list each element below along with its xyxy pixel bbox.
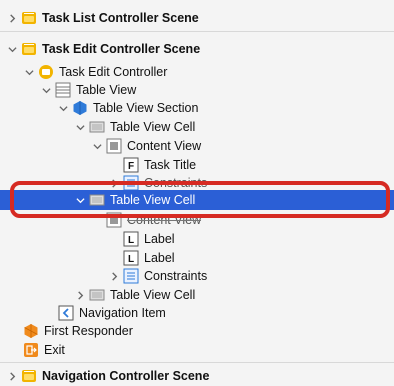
outline-row-label: Content View — [127, 210, 202, 230]
outline-row-label: Task Title — [144, 158, 197, 172]
outline-row-content-view[interactable]: Content View — [0, 210, 394, 230]
content-view-icon — [106, 212, 122, 228]
disclosure-expanded-icon[interactable] — [6, 39, 18, 59]
disclosure-expanded-icon[interactable] — [74, 190, 86, 210]
disclosure-expanded-icon[interactable] — [40, 80, 52, 100]
outline-row-constraints[interactable]: Constraints — [0, 266, 394, 286]
disclosure-collapsed-icon[interactable] — [74, 285, 86, 305]
scene-icon — [21, 10, 37, 26]
outline-row-label: Table View Section — [93, 101, 199, 115]
first-responder-icon — [23, 323, 39, 339]
outline-row-label: Content View — [127, 139, 202, 153]
label-icon: L — [123, 231, 139, 247]
outline-row-table-view-section[interactable]: Table View Section — [0, 98, 394, 118]
outline-row-label: Table View Cell — [110, 120, 196, 134]
outline-row-label: Table View — [76, 83, 137, 97]
divider — [0, 31, 394, 32]
exit-icon — [23, 342, 39, 358]
table-section-icon — [72, 100, 88, 116]
constraints-icon — [123, 175, 139, 191]
table-cell-icon — [89, 119, 105, 135]
outline-row-label: Label — [144, 232, 175, 246]
disclosure-expanded-icon[interactable] — [91, 136, 103, 156]
outline-row-label[interactable]: L Label — [0, 248, 394, 268]
constraints-icon — [123, 268, 139, 284]
view-controller-icon — [38, 64, 54, 80]
document-outline: Task List Controller Scene Task Edit Con… — [0, 0, 394, 386]
outline-row-label: Exit — [44, 343, 65, 357]
disclosure-collapsed-icon[interactable] — [6, 366, 18, 386]
table-cell-icon — [89, 192, 105, 208]
outline-row-task-title[interactable]: F Task Title — [0, 155, 394, 175]
outline-row-label: Table View Cell — [110, 193, 196, 207]
outline-row-navigation-controller-scene[interactable]: Navigation Controller Scene — [0, 366, 394, 386]
divider — [0, 362, 394, 363]
outline-row-first-responder[interactable]: First Responder — [0, 321, 394, 341]
label-icon: L — [123, 250, 139, 266]
navigation-item-icon — [58, 305, 74, 321]
table-view-icon — [55, 82, 71, 98]
outline-row-content-view[interactable]: Content View — [0, 136, 394, 156]
outline-row-table-view-cell-selected[interactable]: Table View Cell — [0, 190, 394, 210]
disclosure-collapsed-icon[interactable] — [6, 8, 18, 28]
scene-icon — [21, 41, 37, 57]
disclosure-expanded-icon[interactable] — [57, 98, 69, 118]
outline-row-label: Navigation Controller Scene — [42, 369, 210, 383]
outline-row-exit[interactable]: Exit — [0, 340, 394, 360]
outline-row-label[interactable]: L Label — [0, 229, 394, 249]
outline-row-navigation-item[interactable]: Navigation Item — [0, 303, 394, 323]
outline-row-task-list-controller-scene[interactable]: Task List Controller Scene — [0, 8, 394, 28]
outline-row-label: First Responder — [44, 324, 133, 338]
outline-row-label: Task List Controller Scene — [42, 11, 199, 25]
outline-row-table-view-cell[interactable]: Table View Cell — [0, 117, 394, 137]
outline-row-label: Label — [144, 251, 175, 265]
disclosure-collapsed-icon[interactable] — [108, 266, 120, 286]
outline-row-label: Navigation Item — [79, 306, 166, 320]
svg-text:F: F — [128, 161, 134, 172]
svg-text:L: L — [128, 235, 134, 246]
outline-row-table-view-cell[interactable]: Table View Cell — [0, 285, 394, 305]
outline-row-table-view[interactable]: Table View — [0, 80, 394, 100]
svg-text:L: L — [128, 254, 134, 265]
outline-row-label: Task Edit Controller Scene — [42, 42, 201, 56]
content-view-icon — [106, 138, 122, 154]
disclosure-expanded-icon[interactable] — [74, 117, 86, 137]
outline-row-task-edit-controller-scene[interactable]: Task Edit Controller Scene — [0, 39, 394, 59]
outline-row-label: Task Edit Controller — [59, 65, 168, 79]
outline-row-label: Table View Cell — [110, 288, 196, 302]
table-cell-icon — [89, 287, 105, 303]
scene-icon — [21, 368, 37, 384]
text-field-icon: F — [123, 157, 139, 173]
outline-row-task-edit-controller[interactable]: Task Edit Controller — [0, 62, 394, 82]
disclosure-expanded-icon[interactable] — [23, 62, 35, 82]
outline-row-label: Constraints — [144, 269, 208, 283]
